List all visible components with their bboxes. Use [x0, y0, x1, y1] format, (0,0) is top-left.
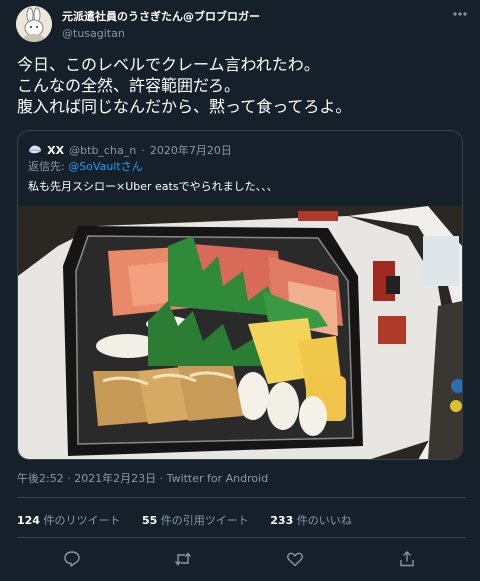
reply-to-link[interactable]: @SoVaultさん	[68, 160, 142, 173]
quotes-label: 件の引用ツイート	[157, 514, 249, 527]
retweet-icon[interactable]	[173, 549, 193, 569]
likes-count: 233	[270, 514, 294, 527]
retweets-stat[interactable]: 124 件のリツイート	[17, 514, 120, 527]
tweet-header: 元派遣社員のうさぎたん@ブロブロガー @tusagitan	[16, 6, 470, 42]
quote-author-handle: @btb_cha_n	[69, 144, 137, 157]
reply-icon[interactable]	[62, 549, 82, 569]
likes-label: 件のいいね	[293, 514, 352, 527]
author-handle[interactable]: @tusagitan	[62, 27, 260, 40]
tweet-timestamp[interactable]: 午後2:52 · 2021年2月23日 · Twitter for Androi…	[17, 470, 268, 486]
likes-stat[interactable]: 233 件のいいね	[270, 514, 351, 527]
divider	[17, 497, 466, 498]
more-icon[interactable]	[450, 6, 470, 22]
author-block: 元派遣社員のうさぎたん@ブロブロガー @tusagitan	[62, 8, 260, 40]
quote-separator: ·	[141, 144, 145, 157]
quote-avatar-icon	[28, 140, 42, 154]
sushi-photo[interactable]	[18, 206, 462, 459]
divider	[17, 537, 466, 538]
tweet-text: 今日、このレベルでクレーム言われたわ。 こんなの全然、許容範囲だろ。 腹入れば同…	[17, 55, 352, 116]
quotes-stat[interactable]: 55 件の引用ツイート	[142, 514, 249, 527]
quotes-count: 55	[141, 514, 158, 527]
reply-prefix: 返信先:	[28, 160, 69, 173]
action-bar	[0, 549, 480, 569]
tweet-stats: 124 件のリツイート 55 件の引用ツイート 233 件のいいね	[17, 512, 370, 528]
avatar[interactable]	[16, 6, 52, 42]
share-icon[interactable]	[397, 549, 417, 569]
quote-reply-line: 返信先: @SoVaultさん	[28, 158, 143, 174]
quote-author-name[interactable]: XX	[47, 144, 64, 157]
quote-text: 私も先月スシロー×Uber eatsでやられました、、、	[28, 180, 278, 193]
retweets-count: 124	[17, 514, 40, 527]
quoted-tweet[interactable]: XX @btb_cha_n · 2020年7月20日 返信先: @SoVault…	[17, 130, 463, 460]
retweets-label: 件のリツイート	[39, 514, 121, 527]
quote-date[interactable]: 2020年7月20日	[150, 144, 232, 157]
quote-header: XX @btb_cha_n · 2020年7月20日	[28, 139, 232, 157]
author-display-name[interactable]: 元派遣社員のうさぎたん@ブロブロガー	[62, 8, 260, 24]
like-icon[interactable]	[285, 549, 305, 569]
